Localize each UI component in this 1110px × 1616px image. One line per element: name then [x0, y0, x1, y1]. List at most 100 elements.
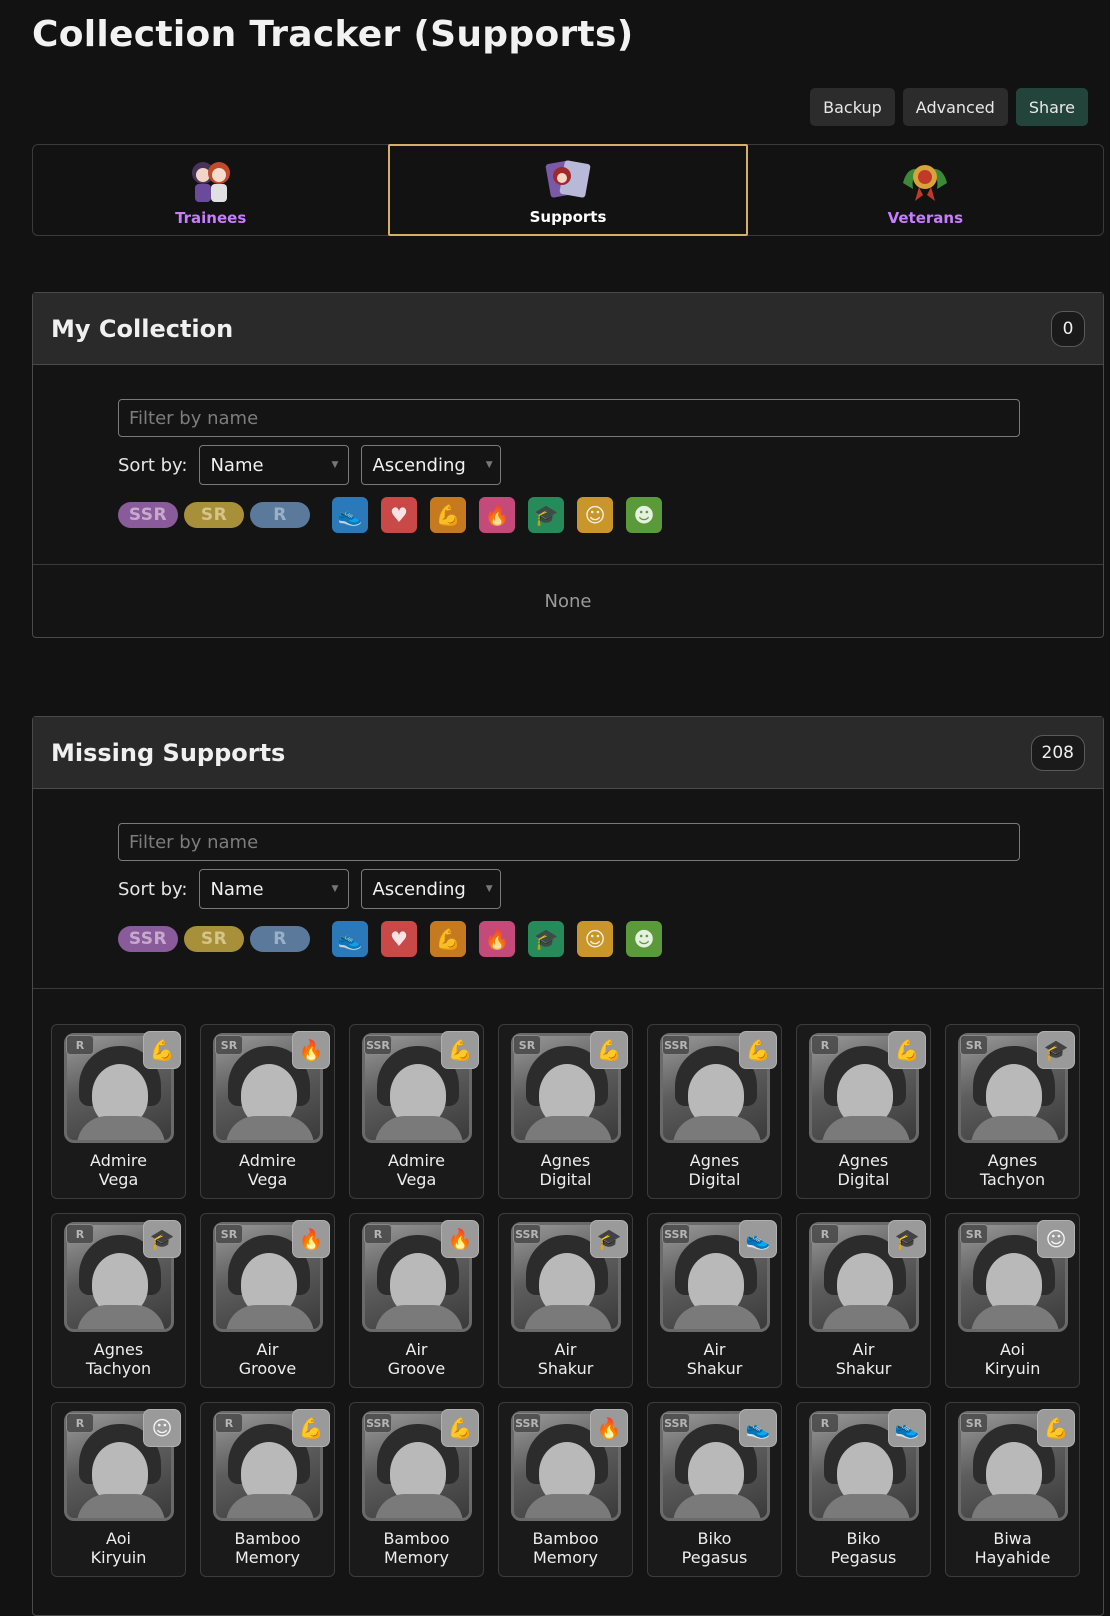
wit-icon: 🎓 [1037, 1031, 1075, 1069]
support-card[interactable]: SR 🎓 Agnes Tachyon [945, 1024, 1080, 1199]
rarity-toggle-sr[interactable]: SR [184, 926, 244, 952]
rarity-toggle-r[interactable]: R [250, 926, 310, 952]
friend-icon[interactable]: ☺ [577, 497, 613, 533]
support-name: Agnes Tachyon [979, 1151, 1046, 1189]
support-card[interactable]: R 👟 Biko Pegasus [796, 1402, 931, 1577]
guts-icon[interactable]: 🔥 [479, 497, 515, 533]
speed-icon: 👟 [739, 1409, 777, 1447]
stamina-icon[interactable]: ♥ [381, 921, 417, 957]
rarity-toggle-ssr[interactable]: SSR [118, 926, 178, 952]
power-icon: 💪 [888, 1031, 926, 1069]
tab-label: Trainees [175, 209, 247, 227]
type-toggles: 👟 ♥ 💪 🔥 🎓 ☺ ☻ [332, 921, 662, 957]
backup-button[interactable]: Backup [810, 88, 895, 126]
toggle-row: SSR SR R 👟 ♥ 💪 🔥 🎓 ☺ ☻ [118, 497, 1103, 533]
support-card[interactable]: R 🎓 Air Shakur [796, 1213, 931, 1388]
support-card[interactable]: SSR 🔥 Bamboo Memory [498, 1402, 633, 1577]
speed-icon: 👟 [739, 1220, 777, 1258]
sort-order-select[interactable]: Ascending ▼ [361, 869, 502, 909]
support-card[interactable]: R 💪 Bamboo Memory [200, 1402, 335, 1577]
support-name: Aoi Kiryuin [984, 1340, 1041, 1378]
rarity-toggle-r[interactable]: R [250, 502, 310, 528]
support-name: Air Groove [387, 1340, 446, 1378]
support-card[interactable]: SSR 🎓 Air Shakur [498, 1213, 633, 1388]
support-card[interactable]: SSR 💪 Admire Vega [349, 1024, 484, 1199]
chevron-down-icon: ▼ [485, 884, 493, 894]
support-card[interactable]: SR 🔥 Admire Vega [200, 1024, 335, 1199]
support-card[interactable]: SSR 💪 Agnes Digital [647, 1024, 782, 1199]
filter-input[interactable] [118, 823, 1020, 861]
sort-order-value: Ascending [372, 454, 466, 476]
sort-field-select[interactable]: Name ▼ [199, 869, 350, 909]
support-card[interactable]: SR 💪 Agnes Digital [498, 1024, 633, 1199]
power-icon: 💪 [739, 1031, 777, 1069]
support-name: Agnes Digital [539, 1151, 592, 1189]
rarity-badge: SSR [662, 1413, 690, 1433]
sort-row: Sort by: Name ▼ Ascending ▼ [118, 869, 1103, 909]
sort-row: Sort by: Name ▼ Ascending ▼ [118, 445, 1103, 485]
sort-field-value: Name [210, 454, 264, 476]
panel-title: Missing Supports [51, 738, 286, 767]
support-card[interactable]: R 🎓 Agnes Tachyon [51, 1213, 186, 1388]
count-badge: 0 [1051, 310, 1085, 347]
rarity-badge: R [364, 1224, 392, 1244]
support-card[interactable]: R 💪 Agnes Digital [796, 1024, 931, 1199]
speed-icon: 👟 [888, 1409, 926, 1447]
guts-icon[interactable]: 🔥 [479, 921, 515, 957]
rarity-badge: SR [960, 1224, 988, 1244]
tab-veterans[interactable]: Veterans [748, 145, 1103, 235]
sort-order-value: Ascending [372, 878, 466, 900]
rarity-badge: R [811, 1413, 839, 1433]
power-icon[interactable]: 💪 [430, 921, 466, 957]
my-collection-panel: My Collection 0 Sort by: Name ▼ Ascendin… [32, 292, 1104, 638]
support-card[interactable]: SR 💪 Biwa Hayahide [945, 1402, 1080, 1577]
tab-label: Supports [529, 208, 607, 226]
sort-field-select[interactable]: Name ▼ [199, 445, 350, 485]
wit-icon[interactable]: 🎓 [528, 497, 564, 533]
support-card[interactable]: SSR 👟 Biko Pegasus [647, 1402, 782, 1577]
friend-icon: ☺ [1037, 1220, 1075, 1258]
stamina-icon[interactable]: ♥ [381, 497, 417, 533]
support-card[interactable]: SR 🔥 Air Groove [200, 1213, 335, 1388]
rarity-badge: SSR [662, 1035, 690, 1055]
share-button[interactable]: Share [1015, 88, 1088, 126]
support-name: Air Shakur [537, 1340, 594, 1378]
rarity-toggle-ssr[interactable]: SSR [118, 502, 178, 528]
group-icon[interactable]: ☻ [626, 497, 662, 533]
rarity-badge: SSR [364, 1035, 392, 1055]
sort-label: Sort by: [118, 454, 188, 476]
support-name: Air Groove [238, 1340, 297, 1378]
rarity-badge: SR [215, 1224, 243, 1244]
filter-input[interactable] [118, 399, 1020, 437]
tab-trainees[interactable]: Trainees [33, 145, 388, 235]
rarity-toggle-sr[interactable]: SR [184, 502, 244, 528]
rarity-badge: SSR [513, 1413, 541, 1433]
power-icon[interactable]: 💪 [430, 497, 466, 533]
wit-icon: 🎓 [590, 1220, 628, 1258]
wit-icon[interactable]: 🎓 [528, 921, 564, 957]
rarity-badge: R [811, 1224, 839, 1244]
tab-supports[interactable]: Supports [388, 144, 748, 236]
chevron-down-icon: ▼ [331, 884, 339, 894]
toggle-row: SSR SR R 👟 ♥ 💪 🔥 🎓 ☺ ☻ [118, 921, 1103, 957]
rarity-badge: R [66, 1035, 94, 1055]
support-card[interactable]: SSR 👟 Air Shakur [647, 1213, 782, 1388]
support-card[interactable]: SSR 💪 Bamboo Memory [349, 1402, 484, 1577]
sort-field-value: Name [210, 878, 264, 900]
speed-icon[interactable]: 👟 [332, 497, 368, 533]
group-icon[interactable]: ☻ [626, 921, 662, 957]
support-name: Agnes Digital [837, 1151, 890, 1189]
support-name: Biwa Hayahide [974, 1529, 1051, 1567]
support-card[interactable]: R 💪 Admire Vega [51, 1024, 186, 1199]
support-name: Admire Vega [90, 1151, 147, 1189]
advanced-button[interactable]: Advanced [902, 88, 1008, 126]
support-name: Biko Pegasus [681, 1529, 748, 1567]
sort-order-select[interactable]: Ascending ▼ [361, 445, 502, 485]
supports-icon [545, 160, 591, 198]
support-card[interactable]: R ☺ Aoi Kiryuin [51, 1402, 186, 1577]
empty-text: None [544, 590, 592, 612]
speed-icon[interactable]: 👟 [332, 921, 368, 957]
support-card[interactable]: SR ☺ Aoi Kiryuin [945, 1213, 1080, 1388]
friend-icon[interactable]: ☺ [577, 921, 613, 957]
support-card[interactable]: R 🔥 Air Groove [349, 1213, 484, 1388]
